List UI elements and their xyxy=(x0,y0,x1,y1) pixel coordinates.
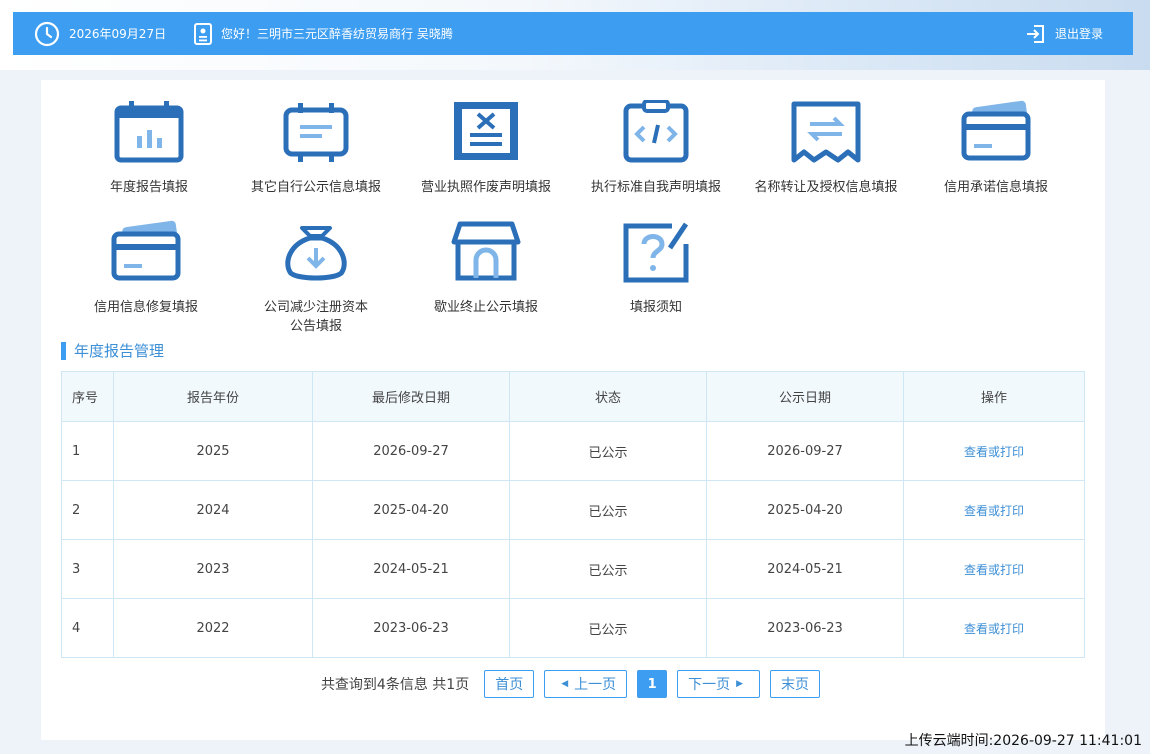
store-icon xyxy=(450,220,522,284)
cell-status: 已公示 xyxy=(509,598,707,658)
header-greeting: 您好！三明市三元区醉香纺贸易商行 吴晓腾 xyxy=(193,12,453,55)
credit-card-icon xyxy=(960,100,1032,164)
next-page-label: 下一页 xyxy=(688,677,731,693)
cell-action: 查看或打印 xyxy=(903,421,1085,481)
menu-license-void[interactable]: 营业执照作废声明填报 xyxy=(401,100,571,197)
calendar-chart-icon xyxy=(113,100,185,164)
view-print-link[interactable]: 查看或打印 xyxy=(964,445,1024,459)
view-print-link[interactable]: 查看或打印 xyxy=(964,622,1024,636)
header-greeting-text: 您好！三明市三元区醉香纺贸易商行 吴晓腾 xyxy=(221,27,453,41)
menu-label: 歇业终止公示填报 xyxy=(433,300,538,315)
menu-label: 其它自行公示信息填报 xyxy=(250,180,381,195)
cell-year: 2024 xyxy=(113,480,313,540)
menu-label: 年度报告填报 xyxy=(109,180,188,195)
cell-modified-date: 2025-04-20 xyxy=(312,480,510,540)
cell-modified-date: 2023-06-23 xyxy=(312,598,510,658)
table-row: 4 2022 2023-06-23 已公示 2023-06-23 查看或打印 xyxy=(61,598,1085,658)
table-row: 3 2023 2024-05-21 已公示 2024-05-21 查看或打印 xyxy=(61,539,1085,599)
logout-label: 退出登录 xyxy=(1054,27,1103,41)
section-title: 年度报告管理 xyxy=(61,342,164,360)
menu-label: 信用承诺信息填报 xyxy=(943,180,1048,195)
view-print-link[interactable]: 查看或打印 xyxy=(964,563,1024,577)
clock-icon xyxy=(34,21,60,46)
menu-other-disclosure[interactable]: 其它自行公示信息填报 xyxy=(231,100,401,197)
col-header: 状态 xyxy=(509,371,707,422)
document-lines-icon xyxy=(280,100,352,164)
cell-index: 4 xyxy=(61,598,114,658)
cell-publish-date: 2026-09-27 xyxy=(706,421,904,481)
col-header: 操作 xyxy=(903,371,1085,422)
last-page-button[interactable]: 末页 xyxy=(770,670,821,698)
logout-button[interactable]: 退出登录 xyxy=(1025,12,1103,55)
table-row: 1 2025 2026-09-27 已公示 2026-09-27 查看或打印 xyxy=(61,421,1085,481)
menu-name-transfer[interactable]: 名称转让及授权信息填报 xyxy=(741,100,911,197)
cell-status: 已公示 xyxy=(509,539,707,599)
table-row: 2 2024 2025-04-20 已公示 2025-04-20 查看或打印 xyxy=(61,480,1085,540)
menu-label: 营业执照作废声明填报 xyxy=(420,180,551,195)
header-date-text: 2026年09月27日 xyxy=(69,27,167,41)
top-header-bar: 2026年09月27日 您好！三明市三元区醉香纺贸易商行 吴晓腾 退出登录 xyxy=(13,12,1133,55)
menu-label: 名称转让及授权信息填报 xyxy=(754,180,898,195)
cell-year: 2023 xyxy=(113,539,313,599)
pagination-summary: 共查询到4条信息 共1页 xyxy=(320,677,470,693)
cell-index: 1 xyxy=(61,421,114,481)
user-card-icon xyxy=(194,22,212,45)
cell-action: 查看或打印 xyxy=(903,480,1085,540)
menu-label: 填报须知 xyxy=(629,300,682,315)
cell-modified-date: 2024-05-21 xyxy=(312,539,510,599)
cell-action: 查看或打印 xyxy=(903,539,1085,599)
question-edit-icon xyxy=(620,220,692,284)
menu-label: 信用信息修复填报 xyxy=(93,300,198,315)
menu-label: 执行标准自我声明填报 xyxy=(590,180,721,195)
table-header-row: 序号 报告年份 最后修改日期 状态 公示日期 操作 xyxy=(61,371,1085,422)
menu-capital-reduction[interactable]: 公司减少注册资本 公告填报 xyxy=(231,220,401,336)
view-print-link[interactable]: 查看或打印 xyxy=(964,504,1024,518)
caret-right-icon: ▶ xyxy=(736,679,744,689)
prev-page-label: 上一页 xyxy=(574,677,617,693)
menu-annual-report[interactable]: 年度报告填报 xyxy=(64,100,234,197)
pagination: 共查询到4条信息 共1页 首页 ◀ 上一页 1 下一页 ▶ 末页 xyxy=(41,670,1105,698)
caret-left-icon: ◀ xyxy=(561,679,569,689)
cell-publish-date: 2024-05-21 xyxy=(706,539,904,599)
menu-standard-declaration[interactable]: 执行标准自我声明填报 xyxy=(571,99,741,197)
cell-status: 已公示 xyxy=(509,421,707,481)
next-page-button[interactable]: 下一页 ▶ xyxy=(677,670,761,698)
menu-filing-notice[interactable]: 填报须知 xyxy=(571,220,741,317)
current-page-button[interactable]: 1 xyxy=(637,670,668,698)
logout-icon xyxy=(1026,24,1044,43)
annual-report-table: 序号 报告年份 最后修改日期 状态 公示日期 操作 1 2025 2026-09… xyxy=(61,371,1085,658)
menu-label-line2: 公告填报 xyxy=(289,319,342,334)
cell-action: 查看或打印 xyxy=(903,598,1085,658)
prev-page-button[interactable]: ◀ 上一页 xyxy=(544,670,628,698)
header-date: 2026年09月27日 xyxy=(33,12,166,55)
menu-label: 公司减少注册资本 xyxy=(263,300,368,315)
main-panel: 年度报告填报 其它自行公示信息填报 营业执照作废声明填报 执行标准自我声明填报 … xyxy=(41,80,1105,740)
money-bag-icon xyxy=(280,220,352,284)
col-header: 最后修改日期 xyxy=(312,371,510,422)
upload-time: 上传云端时间:2026-09-27 11:41:01 xyxy=(904,733,1142,749)
license-void-icon xyxy=(450,100,522,164)
cell-year: 2025 xyxy=(113,421,313,481)
cell-index: 3 xyxy=(61,539,114,599)
credit-card-repair-icon xyxy=(110,220,182,284)
cell-modified-date: 2026-09-27 xyxy=(312,421,510,481)
cell-publish-date: 2025-04-20 xyxy=(706,480,904,540)
menu-credit-repair[interactable]: 信用信息修复填报 xyxy=(61,220,231,317)
col-header: 序号 xyxy=(61,371,114,422)
clipboard-code-icon xyxy=(620,99,692,164)
transfer-arrows-icon xyxy=(790,100,862,164)
menu-credit-commitment[interactable]: 信用承诺信息填报 xyxy=(911,100,1081,197)
col-header: 报告年份 xyxy=(113,371,313,422)
cell-status: 已公示 xyxy=(509,480,707,540)
cell-year: 2022 xyxy=(113,598,313,658)
cell-publish-date: 2023-06-23 xyxy=(706,598,904,658)
first-page-button[interactable]: 首页 xyxy=(484,670,535,698)
col-header: 公示日期 xyxy=(706,371,904,422)
menu-business-termination[interactable]: 歇业终止公示填报 xyxy=(401,220,571,317)
cell-index: 2 xyxy=(61,480,114,540)
